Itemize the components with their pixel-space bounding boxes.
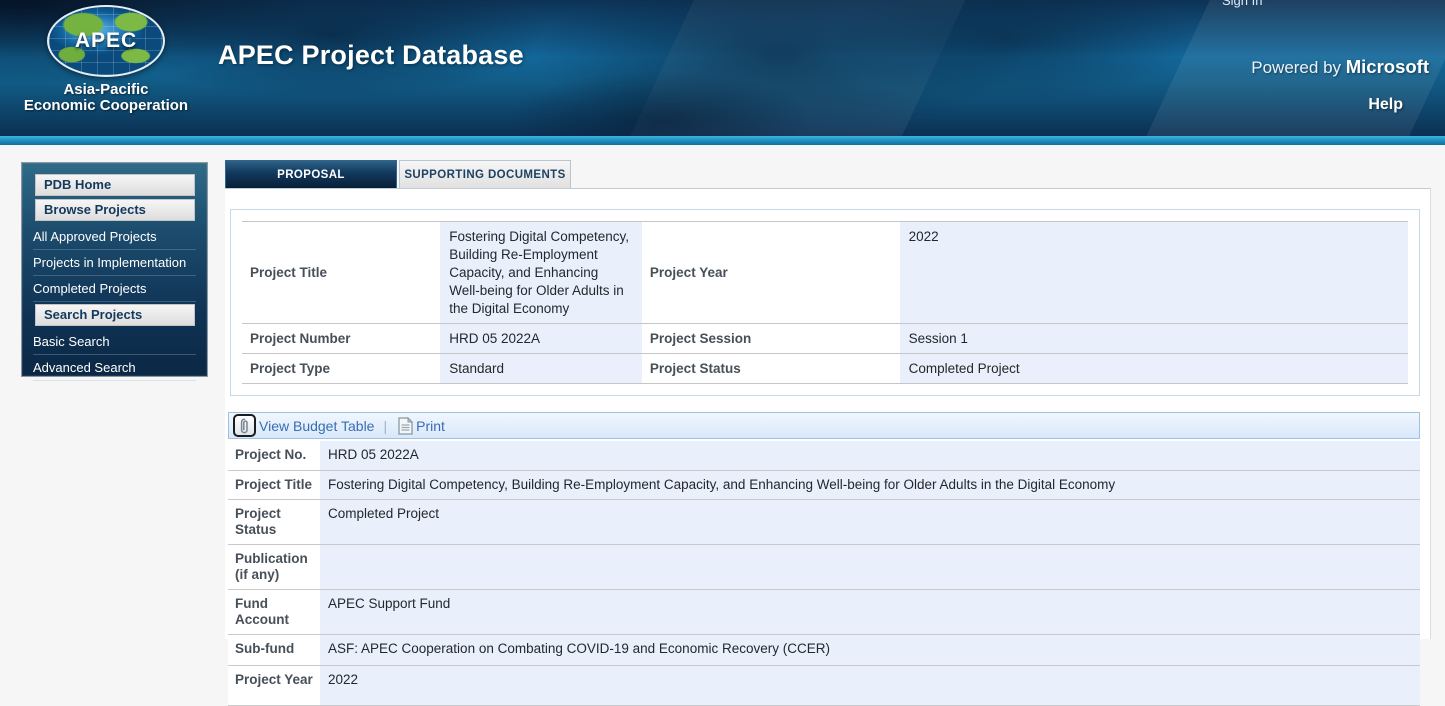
- summary-value-project-title: Fostering Digital Competency, Building R…: [440, 222, 642, 324]
- powered-by: Powered by Microsoft: [1251, 56, 1429, 78]
- sidebar-item-basic-search[interactable]: Basic Search: [33, 329, 196, 355]
- detail-label-project-title: Project Title: [228, 470, 320, 499]
- header-accent-strip: [0, 136, 1445, 145]
- detail-value-publication: [320, 544, 1420, 589]
- sign-in-link[interactable]: Sign In: [1222, 0, 1262, 8]
- summary-label-project-status: Project Status: [642, 354, 900, 384]
- detail-value-project-title: Fostering Digital Competency, Building R…: [320, 470, 1420, 499]
- detail-label-project-no: Project No.: [228, 441, 320, 470]
- paperclip-icon[interactable]: [233, 414, 256, 437]
- sidebar-item-advanced-search[interactable]: Advanced Search: [33, 355, 196, 381]
- summary-label-project-session: Project Session: [642, 324, 900, 354]
- sidebar-item-browse-projects[interactable]: Browse Projects: [35, 199, 195, 221]
- project-details-table: Project No. HRD 05 2022A Project Title F…: [228, 441, 1420, 706]
- detail-value-project-status: Completed Project: [320, 499, 1420, 544]
- view-budget-table-link[interactable]: View Budget Table: [259, 418, 374, 434]
- summary-label-project-number: Project Number: [242, 324, 440, 354]
- detail-value-project-year: 2022: [320, 665, 1420, 705]
- summary-row-number-session: Project Number HRD 05 2022A Project Sess…: [242, 324, 1408, 354]
- detail-label-fund-account: Fund Account: [228, 589, 320, 634]
- sidebar-item-search-projects[interactable]: Search Projects: [35, 304, 195, 326]
- detail-row-project-year: Project Year 2022: [228, 665, 1420, 705]
- detail-label-project-status: Project Status: [228, 499, 320, 544]
- sidebar-item-in-implementation[interactable]: Projects in Implementation: [33, 250, 196, 276]
- apec-logo: APEC Asia-Pacific Economic Cooperation: [0, 5, 212, 114]
- project-summary-table: Project Title Fostering Digital Competen…: [242, 221, 1408, 384]
- main-content-panel: Project Title Fostering Digital Competen…: [225, 188, 1431, 639]
- logo-caption: Asia-Pacific Economic Cooperation: [0, 82, 212, 114]
- logo-caption-line1: Asia-Pacific: [0, 82, 212, 98]
- document-toolbar: View Budget Table | Print: [228, 412, 1420, 439]
- page-title: APEC Project Database: [218, 40, 524, 71]
- summary-value-project-year: 2022: [900, 222, 1408, 324]
- detail-label-project-year: Project Year: [228, 665, 320, 705]
- summary-label-project-title: Project Title: [242, 222, 440, 324]
- logo-caption-line2: Economic Cooperation: [0, 98, 212, 114]
- print-link[interactable]: Print: [416, 418, 445, 434]
- detail-value-fund-account: APEC Support Fund: [320, 589, 1420, 634]
- summary-value-project-session: Session 1: [900, 324, 1408, 354]
- summary-label-project-type: Project Type: [242, 354, 440, 384]
- sidebar-item-completed-projects[interactable]: Completed Projects: [33, 276, 196, 302]
- project-summary-box: Project Title Fostering Digital Competen…: [230, 209, 1420, 396]
- summary-value-project-number: HRD 05 2022A: [440, 324, 642, 354]
- detail-label-publication: Publication (if any): [228, 544, 320, 589]
- powered-by-prefix: Powered by: [1251, 58, 1346, 77]
- summary-value-project-status: Completed Project: [900, 354, 1408, 384]
- detail-row-fund-account: Fund Account APEC Support Fund: [228, 589, 1420, 634]
- detail-row-project-title: Project Title Fostering Digital Competen…: [228, 470, 1420, 499]
- detail-row-project-status: Project Status Completed Project: [228, 499, 1420, 544]
- summary-row-type-status: Project Type Standard Project Status Com…: [242, 354, 1408, 384]
- sidebar-item-pdb-home[interactable]: PDB Home: [35, 174, 195, 196]
- summary-label-project-year: Project Year: [642, 222, 900, 324]
- tab-proposal[interactable]: PROPOSAL: [225, 160, 397, 188]
- detail-value-project-no: HRD 05 2022A: [320, 441, 1420, 470]
- tab-bar: PROPOSAL SUPPORTING DOCUMENTS: [225, 160, 571, 188]
- toolbar-separator: |: [383, 418, 387, 434]
- apec-globe-icon: APEC: [47, 5, 165, 77]
- detail-row-publication: Publication (if any): [228, 544, 1420, 589]
- tab-supporting-documents[interactable]: SUPPORTING DOCUMENTS: [399, 160, 571, 188]
- logo-word: APEC: [75, 29, 137, 53]
- detail-row-project-no: Project No. HRD 05 2022A: [228, 441, 1420, 470]
- summary-row-title-year: Project Title Fostering Digital Competen…: [242, 222, 1408, 324]
- summary-value-project-type: Standard: [440, 354, 642, 384]
- powered-by-brand: Microsoft: [1346, 56, 1429, 77]
- help-link[interactable]: Help: [1368, 96, 1403, 114]
- sidebar-item-all-approved[interactable]: All Approved Projects: [33, 224, 196, 250]
- site-header: Sign In APEC Asia-Pacific Economic Coope…: [0, 0, 1445, 136]
- print-icon[interactable]: [397, 417, 414, 435]
- sidebar-nav: PDB Home Browse Projects All Approved Pr…: [22, 163, 207, 376]
